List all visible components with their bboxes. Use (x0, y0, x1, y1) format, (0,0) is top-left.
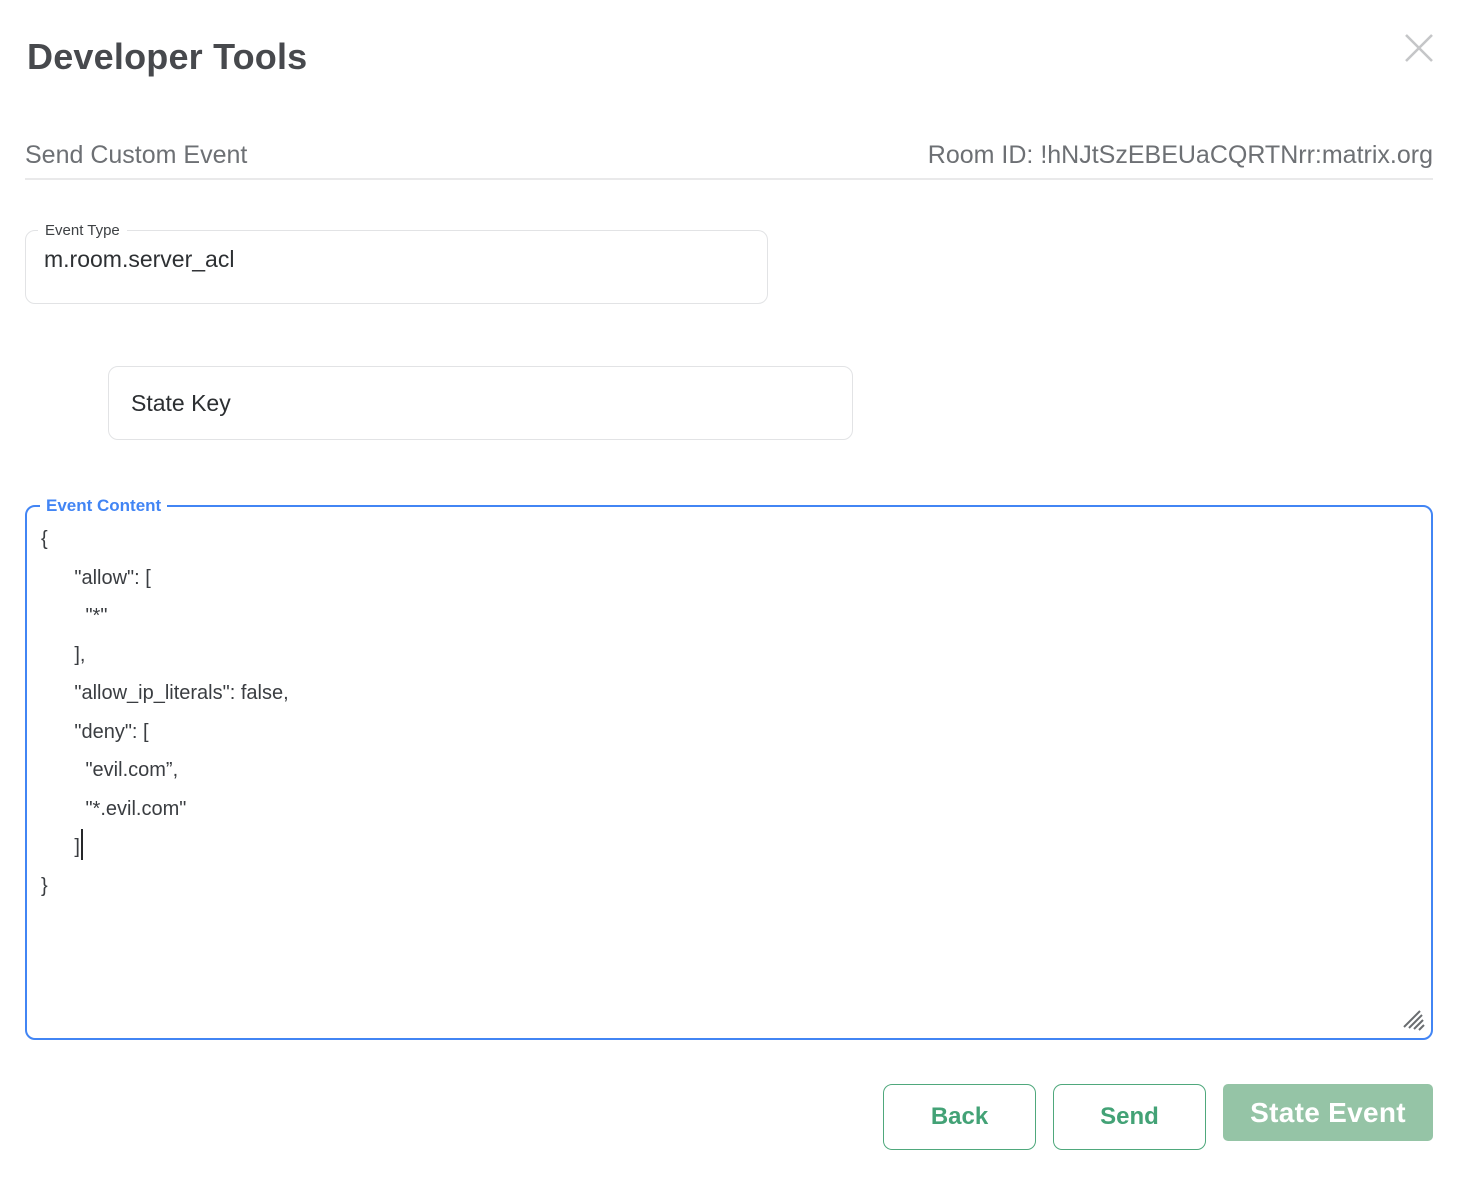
event-content-textarea[interactable]: { "allow": [ "*" ], "allow_ip_literals":… (27, 516, 1431, 905)
state-key-input[interactable]: State Key (108, 366, 853, 440)
event-type-label: Event Type (38, 222, 127, 239)
send-button[interactable]: Send (1053, 1084, 1206, 1150)
developer-tools-dialog: Developer Tools Send Custom Event Room I… (0, 0, 1480, 1190)
page-title: Developer Tools (27, 36, 307, 78)
state-key-label: State Key (131, 390, 231, 417)
event-content-after-cursor: } (41, 875, 48, 897)
event-content-before-cursor: { "allow": [ "*" ], "allow_ip_literals":… (41, 528, 289, 858)
room-id-label: Room ID: !hNJtSzEBEUaCQRTNrr:matrix.org (928, 141, 1433, 170)
event-content-label: Event Content (40, 496, 167, 516)
event-type-input[interactable]: m.room.server_acl (26, 239, 767, 273)
text-cursor (81, 829, 83, 860)
section-title: Send Custom Event (25, 141, 247, 170)
subheader: Send Custom Event Room ID: !hNJtSzEBEUaC… (25, 141, 1433, 175)
state-event-button[interactable]: State Event (1223, 1084, 1433, 1141)
event-content-field[interactable]: Event Content { "allow": [ "*" ], "allow… (25, 496, 1433, 1040)
close-icon[interactable] (1402, 31, 1436, 65)
header-divider (25, 178, 1433, 180)
dialog-button-row: Back Send State Event (883, 1084, 1433, 1150)
resize-handle-icon[interactable] (1402, 1009, 1426, 1033)
event-type-field[interactable]: Event Type m.room.server_acl (25, 222, 768, 304)
back-button[interactable]: Back (883, 1084, 1036, 1150)
